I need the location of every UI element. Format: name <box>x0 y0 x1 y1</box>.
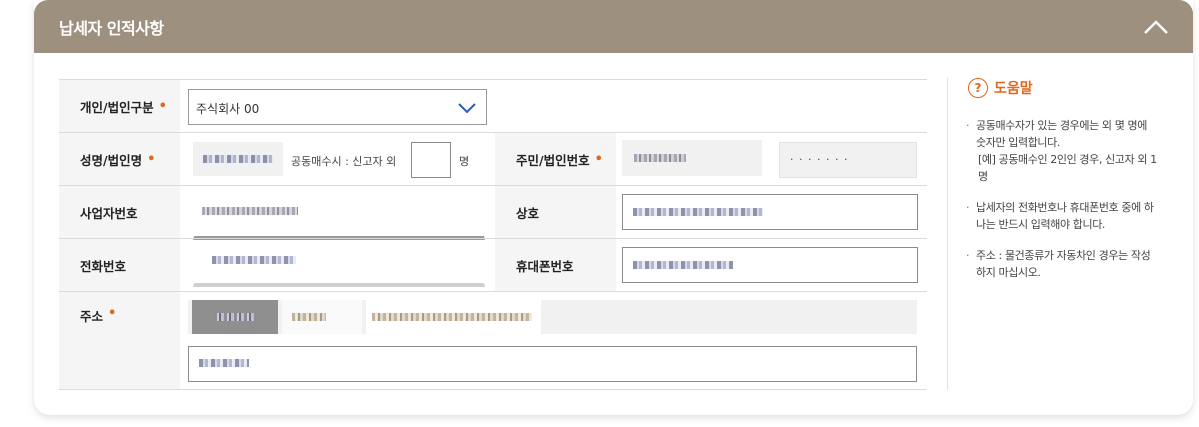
help-item: 납세자의 전화번호나 휴대폰번호 중에 하나는 반드시 입력해야 합니다. <box>966 199 1158 233</box>
label-name: 성명/법인명 • <box>59 133 180 185</box>
mobile-input[interactable] <box>622 247 918 283</box>
help-item: 주소 : 물건종류가 자동차인 경우는 작성하지 마십시오. <box>966 247 1158 281</box>
address-detail-box <box>366 300 541 344</box>
redacted-text <box>203 155 273 163</box>
address-main-input[interactable] <box>188 300 917 344</box>
redacted-text <box>633 208 763 216</box>
co-owner-unit: 명 <box>459 155 470 168</box>
label-mobile: 휴대폰번호 <box>495 239 616 291</box>
chevron-down-icon <box>458 103 476 114</box>
postal-code-box[interactable] <box>192 300 278 334</box>
redacted-text <box>214 313 256 321</box>
label-company: 상호 <box>495 186 616 238</box>
address-part-box <box>282 300 362 334</box>
label-id-number: 주민/법인번호 • <box>495 133 616 185</box>
label-biz-number: 사업자번호 <box>59 186 180 238</box>
id-number-back-input[interactable]: · · · · · · · <box>779 142 917 178</box>
help-item: 공동매수자가 있는 경우에는 외 몇 명에 숫자만 입력합니다. [예] 공동매… <box>966 117 1158 185</box>
label-type: 개인/법인구분 • <box>59 80 180 132</box>
card-header: 납세자 인적사항 <box>34 0 1193 53</box>
help-title: ? 도움말 <box>968 78 1033 98</box>
help-list: 공동매수자가 있는 경우에는 외 몇 명에 숫자만 입력합니다. [예] 공동매… <box>966 117 1158 295</box>
type-select[interactable]: 주식회사 00 <box>188 89 487 125</box>
row-name: 성명/법인명 • 공동매수시 : 신고자 외 명 주민/법인번호 • · · · ·… <box>59 132 927 185</box>
row-address: 주소 • <box>59 291 927 390</box>
redacted-text <box>634 154 686 162</box>
row-type: 개인/법인구분 • 주식회사 00 <box>59 79 927 132</box>
redacted-text <box>212 256 296 264</box>
chevron-up-icon <box>1144 20 1168 34</box>
redacted-text <box>199 359 249 367</box>
row-biz: 사업자번호 상호 <box>59 185 927 240</box>
question-circle-icon: ? <box>968 78 988 98</box>
required-mark: • <box>158 98 167 114</box>
redacted-text <box>202 207 298 215</box>
required-mark: • <box>594 151 603 167</box>
company-input[interactable] <box>622 194 918 230</box>
label-phone: 전화번호 <box>59 239 180 291</box>
redacted-text <box>292 313 326 321</box>
co-owner-text: 공동매수시 : 신고자 외 <box>291 155 397 168</box>
id-number-front-input[interactable] <box>622 140 762 176</box>
card-title: 납세자 인적사항 <box>59 19 164 38</box>
label-address: 주소 • <box>59 292 180 389</box>
collapse-button[interactable] <box>1141 14 1171 40</box>
taxpayer-info-card: 납세자 인적사항 개인/법인구분 • 주식회사 00 성명/법인명 • 공동매수… <box>34 0 1193 415</box>
required-mark: • <box>108 306 117 321</box>
name-field[interactable] <box>193 142 283 176</box>
required-mark: • <box>147 151 156 167</box>
row-phone: 전화번호 휴대폰번호 <box>59 238 927 291</box>
phone-input[interactable] <box>193 241 485 287</box>
redacted-text <box>633 261 733 269</box>
co-owner-count-input[interactable] <box>411 142 451 178</box>
redacted-text <box>372 313 532 321</box>
help-panel: ? 도움말 공동매수자가 있는 경우에는 외 몇 명에 숫자만 입력합니다. [… <box>947 78 1157 390</box>
type-select-value: 주식회사 00 <box>196 102 260 116</box>
biz-number-input[interactable] <box>193 194 485 240</box>
address-detail-input[interactable] <box>188 346 917 382</box>
